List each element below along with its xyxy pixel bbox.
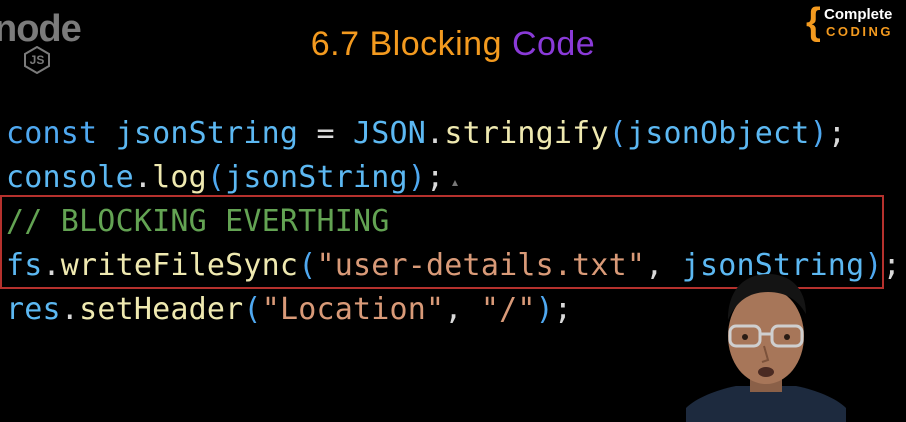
comma-token: ,	[444, 292, 481, 327]
brace-icon: {	[806, 1, 821, 43]
argument-token: jsonString	[225, 160, 408, 195]
semicolon-token: ;	[827, 116, 847, 151]
object-token: res	[6, 292, 61, 327]
dot-token: .	[60, 292, 80, 327]
presenter-webcam	[686, 270, 846, 422]
string-token: "/"	[480, 292, 536, 327]
dot-token: .	[133, 160, 153, 195]
semicolon-token: ;	[553, 292, 573, 327]
complete-coding-logo: { Complete CODING	[806, 1, 906, 44]
paren-open-token: (	[243, 292, 262, 327]
mouse-cursor-icon	[452, 180, 458, 186]
object-token: JSON	[353, 116, 427, 151]
paren-close-token: )	[407, 160, 427, 195]
code-line-1: const jsonString = JSON.stringify(jsonOb…	[6, 112, 886, 156]
paren-close-token: )	[535, 292, 554, 327]
semicolon-token: ;	[426, 160, 445, 195]
identifier-token: jsonString	[115, 116, 299, 151]
function-token: log	[152, 160, 207, 195]
function-token: stringify	[444, 116, 609, 151]
operator-token: =	[298, 116, 353, 151]
brand-line-1: Complete	[824, 6, 893, 23]
paren-close-token: )	[809, 116, 828, 151]
title-accent-text: Code	[511, 25, 596, 63]
paren-open-token: (	[206, 160, 226, 195]
paren-open-token: (	[608, 116, 627, 151]
page-title: 6.7 Blocking Code	[0, 22, 906, 66]
keyword-token: const	[6, 116, 116, 151]
object-token: console	[6, 160, 134, 195]
code-line-2: console.log(jsonString);	[6, 156, 886, 200]
brand-line-2: CODING	[826, 24, 893, 39]
function-token: setHeader	[79, 292, 244, 327]
dot-token: .	[426, 116, 445, 151]
title-main-text: 6.7 Blocking	[310, 25, 512, 63]
string-token: "Location"	[261, 292, 445, 327]
argument-token: jsonObject	[626, 116, 810, 151]
semicolon-token: ;	[882, 248, 901, 283]
